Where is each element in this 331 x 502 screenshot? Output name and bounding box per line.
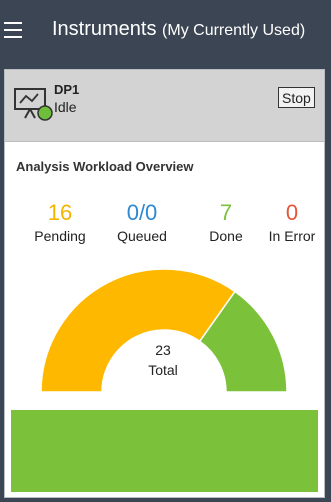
- instrument-name: DP1: [54, 82, 80, 97]
- total-value: 23: [155, 342, 171, 358]
- stat-pending-value: 16: [47, 200, 73, 225]
- instrument-card: DP1 Idle Stop Analysis Workload Overview…: [4, 69, 325, 498]
- stat-queued[interactable]: 0/0 Queued: [102, 200, 182, 246]
- instrument-card-header[interactable]: DP1 Idle Stop: [5, 70, 324, 142]
- stat-pending-label: Pending: [34, 228, 86, 244]
- stat-pending[interactable]: 16 Pending: [20, 200, 100, 246]
- workload-title: Analysis Workload Overview: [16, 159, 194, 174]
- page-title: Instruments (My Currently Used): [52, 18, 305, 41]
- instrument-status-icon: [14, 88, 53, 121]
- stop-button[interactable]: Stop: [278, 87, 315, 108]
- stat-queued-label: Queued: [117, 228, 167, 244]
- page-subtitle: (My Currently Used): [162, 22, 306, 39]
- instrument-status: Idle: [54, 99, 77, 115]
- instrument-status-bar: [11, 410, 318, 492]
- stat-queued-value: 0/0: [126, 200, 158, 225]
- status-dot: [37, 105, 53, 121]
- total-label: Total: [148, 362, 178, 378]
- stat-in-error[interactable]: 0 In Error: [252, 200, 324, 246]
- page-title-text: Instruments: [52, 18, 157, 40]
- hamburger-menu-icon[interactable]: [4, 22, 22, 38]
- top-bar: Instruments (My Currently Used): [0, 0, 331, 64]
- stat-in-error-value: 0: [285, 200, 299, 225]
- stat-in-error-label: In Error: [268, 228, 316, 244]
